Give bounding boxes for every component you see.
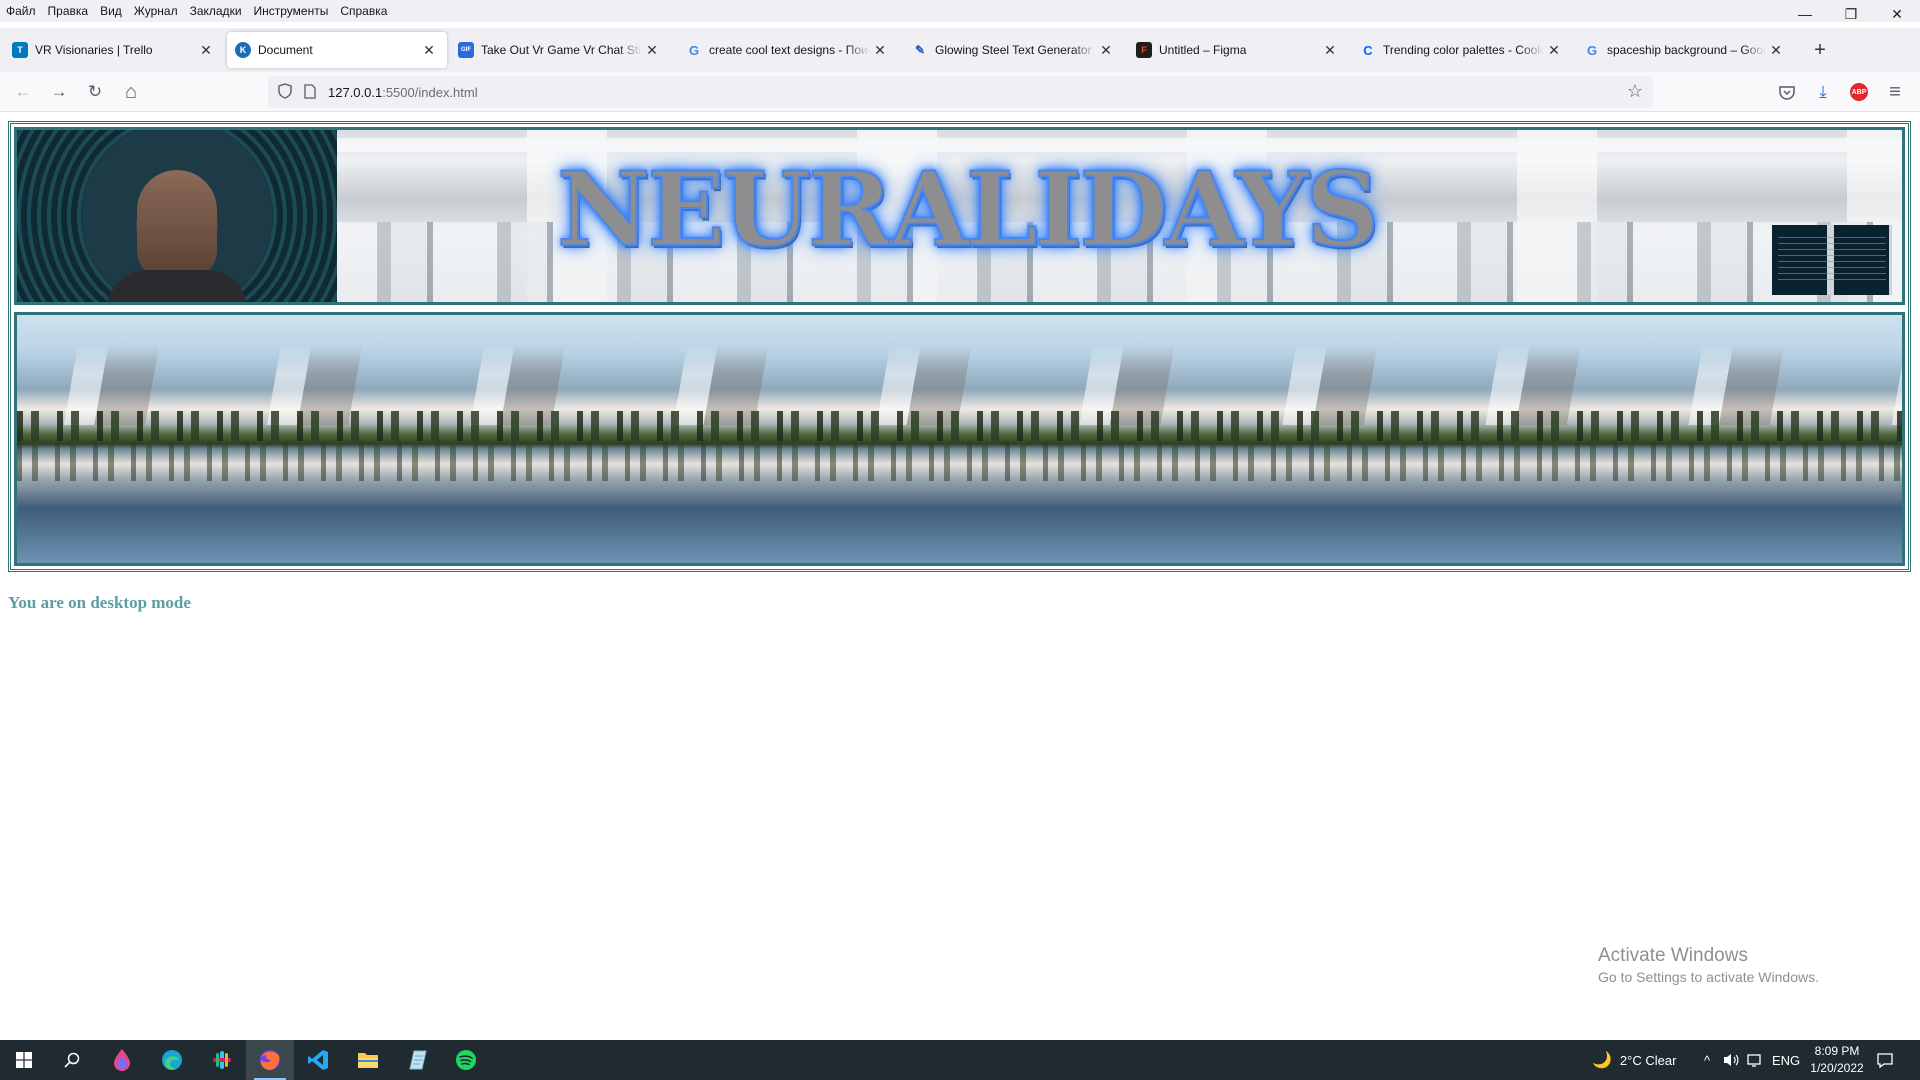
tray-overflow-icon[interactable]: ^	[1700, 1040, 1714, 1080]
page-icon[interactable]	[304, 84, 316, 99]
clock-date: 1/20/2022	[1810, 1061, 1864, 1075]
google-icon: G	[688, 42, 700, 58]
menu-help[interactable]: Справка	[334, 0, 393, 22]
weather-text: 2°C Clear	[1619, 1052, 1677, 1068]
reload-button[interactable]: ↻	[81, 78, 109, 106]
volume-icon[interactable]	[1722, 1040, 1740, 1080]
vscode-live-server-icon: K	[235, 42, 251, 58]
tab-close-icon[interactable]: ✕	[196, 40, 216, 60]
header-photo	[17, 130, 337, 302]
tab-google-search-2[interactable]: G spaceship background – Google Search ✕	[1576, 32, 1794, 68]
search-icon[interactable]	[48, 1040, 96, 1080]
tab-close-icon[interactable]: ✕	[1320, 40, 1340, 60]
tab-title: Untitled – Figma	[1159, 43, 1247, 57]
tab-figma[interactable]: F Untitled – Figma ✕	[1128, 32, 1348, 68]
window-controls: — ❐ ✕	[1782, 0, 1920, 28]
banner-frame: NEURALIDAYS	[8, 121, 1911, 572]
clock-time: 8:09 PM	[1814, 1044, 1860, 1058]
slack-icon[interactable]	[198, 1040, 246, 1080]
restore-button[interactable]: ❐	[1828, 0, 1874, 28]
forward-button[interactable]: →	[45, 78, 73, 106]
weather-widget[interactable]: 🌙 2°C Clear	[1592, 1040, 1676, 1080]
tab-close-icon[interactable]: ✕	[642, 40, 662, 60]
control-screens-image	[1772, 225, 1892, 295]
mountain-lake-banner	[14, 312, 1905, 566]
adblock-plus-icon[interactable]: ABP	[1845, 78, 1873, 106]
paint-app-icon[interactable]	[98, 1040, 146, 1080]
menu-edit[interactable]: Правка	[42, 0, 95, 22]
clock[interactable]: 8:09 PM 1/20/2022	[1802, 1043, 1872, 1077]
tab-title: create cool text designs - Поиск в Googl…	[709, 43, 870, 57]
google-icon: G	[1586, 42, 1598, 58]
tab-close-icon[interactable]: ✕	[419, 40, 439, 60]
watermark-subtitle: Go to Settings to activate Windows.	[1598, 969, 1819, 985]
start-icon[interactable]	[0, 1040, 48, 1080]
watermark-title: Activate Windows	[1598, 945, 1748, 966]
tab-title: VR Visionaries | Trello	[35, 43, 153, 57]
treeline-image	[17, 411, 1902, 441]
close-window-button[interactable]: ✕	[1874, 0, 1920, 28]
tab-document[interactable]: K Document ✕	[227, 32, 447, 68]
notifications-icon[interactable]	[1876, 1040, 1894, 1080]
url-host: 127.0.0.1	[328, 84, 383, 100]
tab-google-search-1[interactable]: G create cool text designs - Поиск в Goo…	[678, 32, 898, 68]
page-viewport: NEURALIDAYS You are on desktop mode Acti…	[0, 113, 1920, 1039]
downloads-icon[interactable]: ⤓	[1809, 78, 1837, 106]
menu-bar: Файл Правка Вид Журнал Закладки Инструме…	[0, 0, 1920, 22]
menu-file[interactable]: Файл	[0, 0, 42, 22]
new-tab-button[interactable]: +	[1808, 38, 1832, 62]
tab-title: Take Out Vr Game Vr Chat Sticker	[481, 43, 642, 57]
tab-strip: T VR Visionaries | Trello ✕ K Document ✕…	[0, 28, 1920, 72]
vscode-icon[interactable]	[294, 1040, 342, 1080]
coolors-icon: C	[1363, 42, 1373, 58]
edge-icon[interactable]	[148, 1040, 196, 1080]
minimize-button[interactable]: —	[1782, 0, 1828, 28]
flamingtext-icon: ✎	[914, 43, 926, 57]
tab-close-icon[interactable]: ✕	[1766, 40, 1786, 60]
tab-close-icon[interactable]: ✕	[1096, 40, 1116, 60]
url-bar[interactable]: 127.0.0.1:5500/index.html ☆	[268, 76, 1653, 108]
person-body-image	[107, 270, 247, 302]
firefox-icon[interactable]	[246, 1040, 294, 1080]
tab-close-icon[interactable]: ✕	[870, 40, 890, 60]
menu-tools[interactable]: Инструменты	[248, 0, 335, 22]
language-indicator[interactable]: ENG	[1772, 1040, 1800, 1080]
tab-gif-sticker[interactable]: GIF Take Out Vr Game Vr Chat Sticker ✕	[450, 32, 670, 68]
navigation-toolbar: ← → ↻ ⌂ 127.0.0.1:5500/index.html ☆ ⤓ AB…	[0, 72, 1920, 112]
trello-icon: T	[12, 42, 28, 58]
tab-coolors[interactable]: C Trending color palettes - Coolors ✕	[1352, 32, 1572, 68]
tab-title: spaceship background – Google Search	[1607, 43, 1766, 57]
shield-icon[interactable]	[278, 83, 292, 99]
site-title: NEURALIDAYS	[556, 149, 1380, 271]
menu-history[interactable]: Журнал	[128, 0, 184, 22]
tab-steel-text[interactable]: ✎ Glowing Steel Text Generator ✕	[904, 32, 1124, 68]
file-explorer-icon[interactable]	[344, 1040, 392, 1080]
bookmark-star-icon[interactable]: ☆	[1627, 81, 1643, 102]
spotify-icon[interactable]	[442, 1040, 490, 1080]
menu-bookmarks[interactable]: Закладки	[184, 0, 248, 22]
lake-reflection-image	[17, 441, 1902, 481]
network-icon[interactable]	[1746, 1040, 1764, 1080]
figma-icon: F	[1136, 42, 1152, 58]
home-button[interactable]: ⌂	[117, 78, 145, 106]
person-face-image	[137, 170, 217, 280]
tab-close-icon[interactable]: ✕	[1544, 40, 1564, 60]
menu-view[interactable]: Вид	[94, 0, 128, 22]
abp-badge: ABP	[1850, 83, 1868, 101]
tab-trello[interactable]: T VR Visionaries | Trello ✕	[4, 32, 224, 68]
notepad-icon[interactable]	[394, 1040, 442, 1080]
gif-icon: GIF	[458, 42, 474, 58]
pocket-icon[interactable]	[1773, 78, 1801, 106]
tab-title: Trending color palettes - Coolors	[1383, 43, 1544, 57]
back-button[interactable]: ←	[9, 78, 37, 106]
desktop-mode-message: You are on desktop mode	[8, 593, 191, 612]
moon-icon: 🌙	[1592, 1052, 1612, 1069]
tab-title: Glowing Steel Text Generator	[935, 43, 1092, 57]
app-menu-button[interactable]: ≡	[1881, 78, 1909, 106]
url-path: :5500/index.html	[382, 84, 478, 100]
activate-windows-watermark: Activate Windows Go to Settings to activ…	[1598, 945, 1819, 985]
windows-taskbar: 🌙 2°C Clear ^ ENG 8:09 PM 1/20/2022	[0, 1040, 1920, 1080]
header-banner: NEURALIDAYS	[14, 127, 1905, 305]
tab-title: Document	[258, 43, 313, 57]
